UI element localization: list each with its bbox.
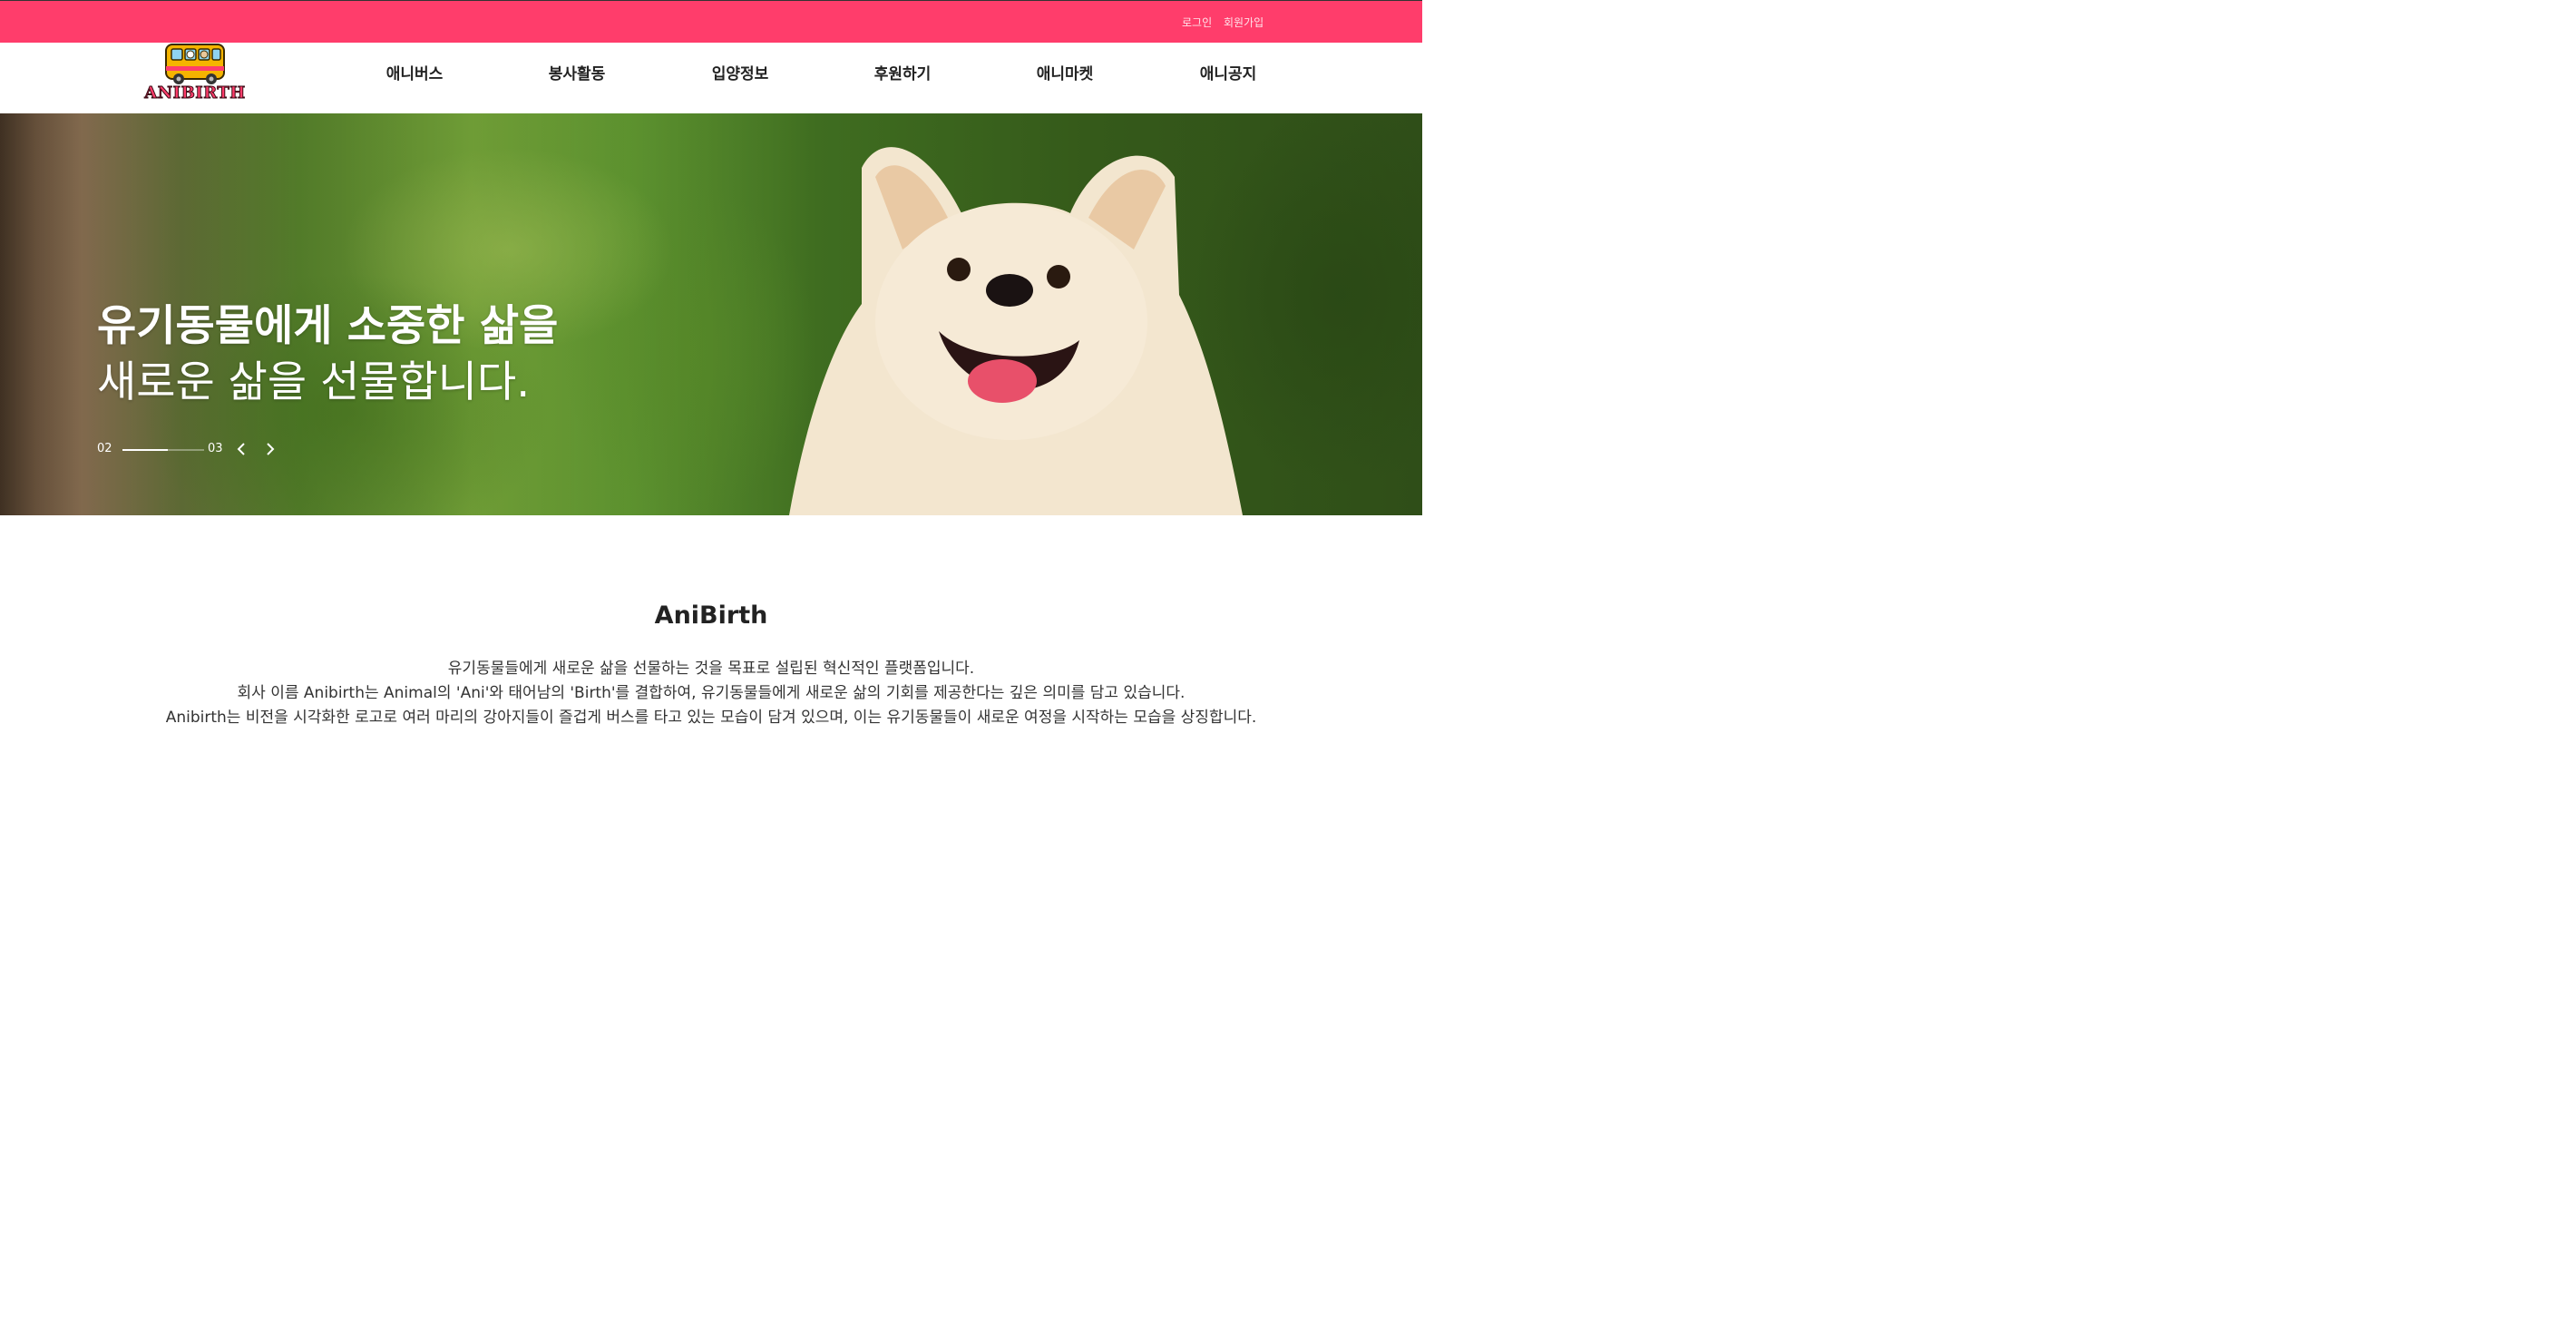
bus-icon — [165, 44, 225, 84]
login-link[interactable]: 로그인 — [1182, 15, 1212, 30]
slide-total-number: 03 — [208, 442, 223, 455]
about-heading: AniBirth — [654, 601, 768, 630]
hero-title-line2: 새로운 삶을 선물합니다. — [97, 357, 531, 407]
nav-item-volunteer[interactable]: 봉사활동 — [549, 61, 606, 83]
dog-photo — [789, 147, 1243, 515]
site-logo[interactable]: ANIBIRTH — [141, 43, 249, 106]
signup-link[interactable]: 회원가입 — [1224, 15, 1264, 30]
chevron-left-icon[interactable] — [233, 440, 251, 458]
nav-item-notice[interactable]: 애니공지 — [1200, 61, 1257, 83]
top-utility-bar: 로그인 회원가입 — [0, 0, 1422, 43]
slide-progress-fill — [122, 449, 168, 451]
hero-title-line1: 유기동물에게 소중한 삶을 — [97, 301, 559, 351]
nav-item-adoption[interactable]: 입양정보 — [712, 61, 769, 83]
nav-item-anibus[interactable]: 애니버스 — [386, 61, 444, 83]
about-text-line: 유기동물들에게 새로운 삶을 선물하는 것을 목표로 설립된 혁신적인 플랫폼입… — [447, 660, 975, 678]
hero-slider: 유기동물에게 소중한 삶을 새로운 삶을 선물합니다. 02 03 — [0, 113, 1422, 515]
slide-progress-track — [122, 449, 204, 451]
chevron-right-icon[interactable] — [260, 440, 278, 458]
nav-item-market[interactable]: 애니마켓 — [1037, 61, 1094, 83]
main-navigation: ANIBIRTH 애니버스 봉사활동 입양정보 후원하기 애니마켓 애니공지 — [0, 43, 1422, 113]
about-text-line: 회사 이름 Anibirth는 Animal의 'Ani'와 태어남의 'Bir… — [237, 684, 1186, 702]
logo-wordmark: ANIBIRTH — [144, 83, 246, 103]
about-text-line: Anibirth는 비전을 시각화한 로고로 여러 마리의 강아지들이 즐겁게 … — [165, 709, 1257, 727]
nav-item-donate[interactable]: 후원하기 — [874, 61, 932, 83]
slide-current-number: 02 — [97, 442, 112, 455]
